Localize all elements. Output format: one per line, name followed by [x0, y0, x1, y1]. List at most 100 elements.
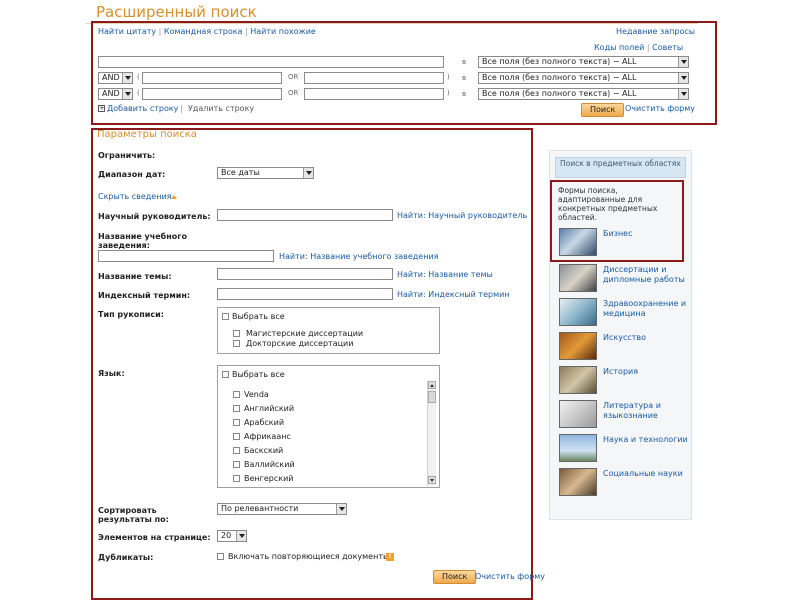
date-range-label: Диапазон дат:: [98, 170, 166, 179]
subject-category-link[interactable]: Бизнес: [603, 229, 689, 239]
subject-input[interactable]: [217, 268, 393, 280]
duplicates-label: Дубликаты:: [98, 553, 154, 562]
search-term-input-3b[interactable]: [304, 88, 444, 100]
subject-category-link[interactable]: Здравоохранение и медицина: [603, 299, 689, 319]
operator-value: AND: [102, 73, 120, 82]
index-term-label: Индексный термин:: [98, 291, 191, 300]
info-icon[interactable]: !: [386, 553, 394, 561]
tips-link[interactable]: Советы: [652, 43, 683, 52]
sort-select[interactable]: По релевантности: [217, 503, 347, 515]
search-button-bottom[interactable]: Поиск: [433, 570, 477, 584]
per-page-value: 20: [221, 531, 232, 540]
language-checkbox[interactable]: [233, 461, 240, 468]
language-checkbox[interactable]: [233, 475, 240, 482]
institution-lookup-link[interactable]: Найти: Название учебного заведения: [279, 252, 438, 261]
limit-label: Ограничить:: [98, 151, 156, 160]
people-photo-icon[interactable]: [559, 468, 597, 496]
clear-form-link-top[interactable]: Очистить форму: [625, 104, 695, 113]
search-term-input-3a[interactable]: [142, 88, 282, 100]
business-photo-icon[interactable]: [559, 228, 597, 256]
advisor-input[interactable]: [217, 209, 393, 221]
field-select-2[interactable]: Все поля (без полного текста) − ALL: [478, 72, 689, 84]
plus-icon[interactable]: +: [98, 105, 105, 112]
sort-value: По релевантности: [221, 504, 299, 513]
in-label: в: [462, 90, 467, 98]
scroll-thumb[interactable]: [428, 391, 436, 403]
history-photo-icon[interactable]: [559, 366, 597, 394]
add-row-link[interactable]: Добавить строку: [107, 104, 178, 113]
language-option: Валлийский: [244, 460, 295, 469]
find-similar-link[interactable]: Найти похожие: [250, 27, 316, 36]
language-option: Баскский: [244, 446, 284, 455]
subject-category-link[interactable]: История: [603, 367, 689, 377]
duplicates-checkbox[interactable]: [217, 553, 224, 560]
search-button-top[interactable]: Поиск: [581, 103, 625, 117]
hide-details-link[interactable]: Скрыть сведения: [98, 192, 171, 201]
find-citation-link[interactable]: Найти цитату: [98, 27, 156, 36]
chevron-down-icon: [236, 531, 246, 541]
chevron-down-icon: [122, 73, 132, 83]
language-scrollbar[interactable]: [427, 381, 436, 486]
language-checkbox[interactable]: [233, 419, 240, 426]
command-line-link[interactable]: Командная строка: [164, 27, 243, 36]
field-codes-link[interactable]: Коды полей: [594, 43, 644, 52]
language-label: Язык:: [98, 369, 125, 378]
arts-photo-icon[interactable]: [559, 332, 597, 360]
language-option: Венгерский: [244, 474, 294, 483]
subject-lookup-link[interactable]: Найти: Название темы: [397, 270, 493, 279]
language-checkbox[interactable]: [233, 405, 240, 412]
clear-form-link-bottom[interactable]: Очистить форму: [475, 572, 545, 581]
manuscript-type-label: Тип рукописи:: [98, 310, 164, 319]
index-term-input[interactable]: [217, 288, 393, 300]
field-select-value: Все поля (без полного текста) − ALL: [482, 73, 637, 82]
field-select-1[interactable]: Все поля (без полного текста) − ALL: [478, 56, 689, 68]
language-checkbox[interactable]: [233, 391, 240, 398]
institution-label-line-1: Название учебного: [98, 232, 187, 241]
chevron-down-icon: [336, 504, 346, 514]
subject-category-link[interactable]: Наука и технологии: [603, 435, 689, 445]
caret-up-icon: [171, 195, 177, 199]
operator-value: AND: [102, 89, 120, 98]
close-paren: ): [447, 89, 450, 97]
institution-input[interactable]: [98, 250, 274, 262]
language-checkbox[interactable]: [233, 433, 240, 440]
advisor-lookup-link[interactable]: Найти: Научный руководитель: [397, 211, 527, 220]
in-label: в: [462, 58, 467, 66]
scroll-down-icon[interactable]: [428, 476, 436, 484]
search-term-input-2b[interactable]: [304, 72, 444, 84]
date-range-select[interactable]: Все даты: [217, 167, 314, 179]
search-term-input-2a[interactable]: [142, 72, 282, 84]
medicine-photo-icon[interactable]: [559, 298, 597, 326]
masters-checkbox[interactable]: [233, 330, 240, 337]
field-select-3[interactable]: Все поля (без полного текста) − ALL: [478, 88, 689, 100]
select-all-languages-checkbox[interactable]: [222, 371, 229, 378]
field-select-value: Все поля (без полного текста) − ALL: [482, 57, 637, 66]
remove-row-link[interactable]: Удалить строку: [188, 104, 254, 113]
select-all-label: Выбрать все: [232, 312, 285, 321]
language-option: Африкаанс: [244, 432, 291, 441]
recent-queries-link[interactable]: Недавние запросы: [616, 27, 695, 36]
language-option: Английский: [244, 404, 295, 413]
search-term-input-1[interactable]: [98, 56, 444, 68]
operator-select-3[interactable]: AND: [98, 88, 133, 100]
subject-category-link[interactable]: Социальные науки: [603, 469, 689, 479]
manuscript-type-option: Магистерские диссертации: [246, 329, 364, 338]
language-checkbox[interactable]: [233, 447, 240, 454]
language-option: Арабский: [244, 418, 285, 427]
subject-category-link[interactable]: Литература и языкознание: [603, 401, 689, 421]
duplicates-checkbox-label: Включать повторяющиеся документы: [228, 552, 390, 561]
scroll-up-icon[interactable]: [428, 381, 436, 389]
chevron-down-icon: [678, 57, 688, 67]
select-all-manuscripts-checkbox[interactable]: [222, 313, 229, 320]
per-page-select[interactable]: 20: [217, 530, 247, 542]
wind-turbines-photo-icon[interactable]: [559, 434, 597, 462]
subject-category-link[interactable]: Искусство: [603, 333, 689, 343]
graduate-photo-icon[interactable]: [559, 264, 597, 292]
page-title: Расширенный поиск: [96, 3, 257, 21]
subject-category-link[interactable]: Диссертации и дипломные работы: [603, 265, 689, 285]
book-photo-icon[interactable]: [559, 400, 597, 428]
operator-select-2[interactable]: AND: [98, 72, 133, 84]
help-links: Коды полей | Советы: [594, 43, 684, 52]
index-term-lookup-link[interactable]: Найти: Индексный термин: [397, 290, 510, 299]
doctoral-checkbox[interactable]: [233, 340, 240, 347]
